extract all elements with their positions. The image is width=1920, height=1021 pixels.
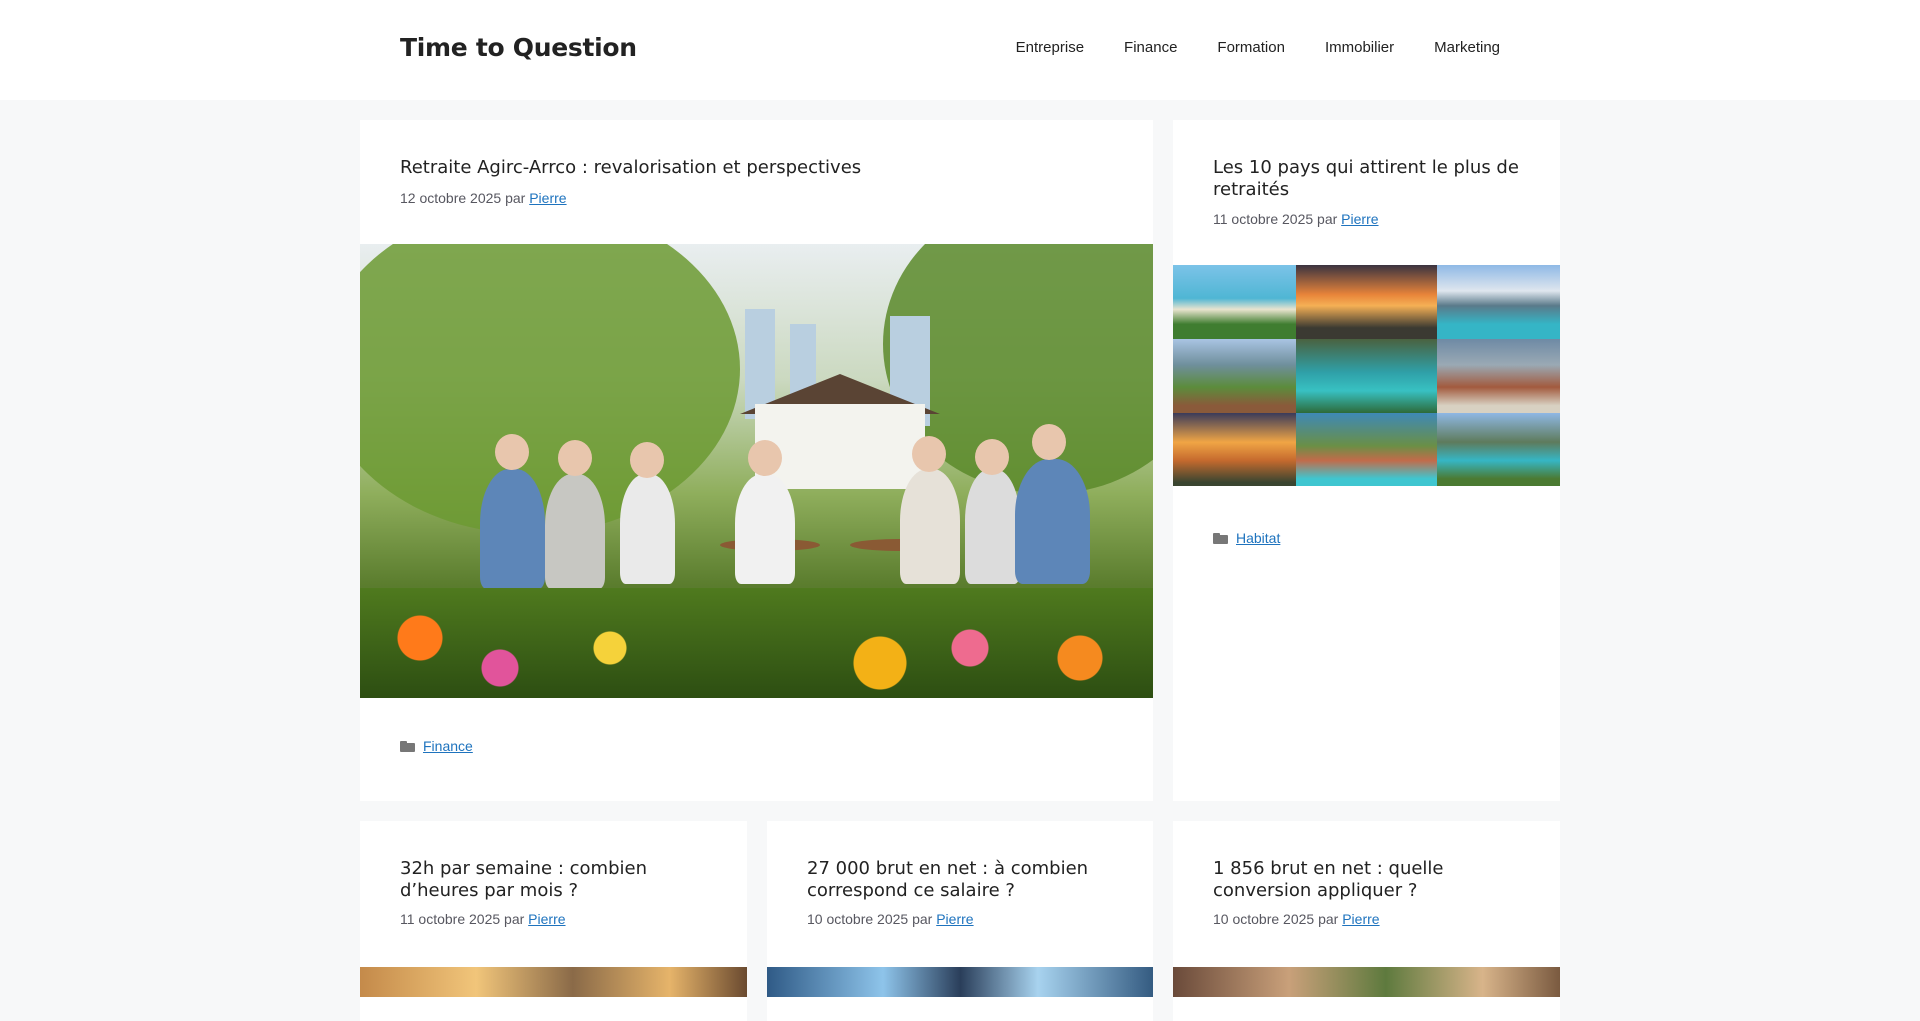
post-by: par xyxy=(505,190,526,206)
post-author-link[interactable]: Pierre xyxy=(529,190,566,206)
post-category-link[interactable]: Habitat xyxy=(1236,530,1280,546)
post-date: 11 octobre 2025 xyxy=(400,911,501,927)
nav-item-immobilier[interactable]: Immobilier xyxy=(1325,39,1394,56)
post-title[interactable]: Retraite Agirc-Arrco : revalorisation et… xyxy=(400,157,861,179)
nav-item-finance[interactable]: Finance xyxy=(1124,39,1177,56)
post-meta: 12 octobre 2025 par Pierre xyxy=(400,190,567,206)
site-title[interactable]: Time to Question xyxy=(400,33,637,62)
post-featured-image[interactable] xyxy=(1173,265,1560,486)
post-author-link[interactable]: Pierre xyxy=(1342,911,1379,927)
post-meta: 10 octobre 2025 par Pierre xyxy=(1213,911,1380,927)
post-title[interactable]: 1 856 brut en net : quelle conversion ap… xyxy=(1213,858,1513,902)
post-featured-image[interactable] xyxy=(360,244,1153,698)
post-title[interactable]: 27 000 brut en net : à combien correspon… xyxy=(807,858,1107,902)
post-card: 27 000 brut en net : à combien correspon… xyxy=(767,821,1153,1021)
post-by: par xyxy=(912,911,933,927)
post-author-link[interactable]: Pierre xyxy=(528,911,565,927)
nav-item-formation[interactable]: Formation xyxy=(1217,39,1285,56)
post-card-featured: Retraite Agirc-Arrco : revalorisation et… xyxy=(360,120,1153,801)
nav-item-entreprise[interactable]: Entreprise xyxy=(1016,39,1084,56)
site-header: Time to Question Entreprise Finance Form… xyxy=(0,0,1920,100)
post-title[interactable]: Les 10 pays qui attirent le plus de retr… xyxy=(1213,157,1523,201)
post-card: Les 10 pays qui attirent le plus de retr… xyxy=(1173,120,1560,801)
folder-icon xyxy=(400,740,415,752)
post-by: par xyxy=(504,911,525,927)
post-category: Habitat xyxy=(1213,530,1280,546)
post-date: 10 octobre 2025 xyxy=(807,911,909,927)
nav-item-marketing[interactable]: Marketing xyxy=(1434,39,1500,56)
folder-icon xyxy=(1213,532,1228,544)
main-navigation: Entreprise Finance Formation Immobilier … xyxy=(1016,39,1500,56)
post-by: par xyxy=(1317,211,1338,227)
post-by: par xyxy=(1318,911,1339,927)
post-date: 10 octobre 2025 xyxy=(1213,911,1315,927)
post-category-link[interactable]: Finance xyxy=(423,738,473,754)
post-author-link[interactable]: Pierre xyxy=(1341,211,1378,227)
post-category: Finance xyxy=(400,738,473,754)
post-meta: 11 octobre 2025 par Pierre xyxy=(400,911,566,927)
post-title[interactable]: 32h par semaine : combien d’heures par m… xyxy=(400,858,720,902)
post-date: 12 octobre 2025 xyxy=(400,190,502,206)
post-meta: 11 octobre 2025 par Pierre xyxy=(1213,211,1379,227)
post-date: 11 octobre 2025 xyxy=(1213,211,1314,227)
post-author-link[interactable]: Pierre xyxy=(936,911,973,927)
post-card: 1 856 brut en net : quelle conversion ap… xyxy=(1173,821,1560,1021)
post-card: 32h par semaine : combien d’heures par m… xyxy=(360,821,747,1021)
post-meta: 10 octobre 2025 par Pierre xyxy=(807,911,974,927)
